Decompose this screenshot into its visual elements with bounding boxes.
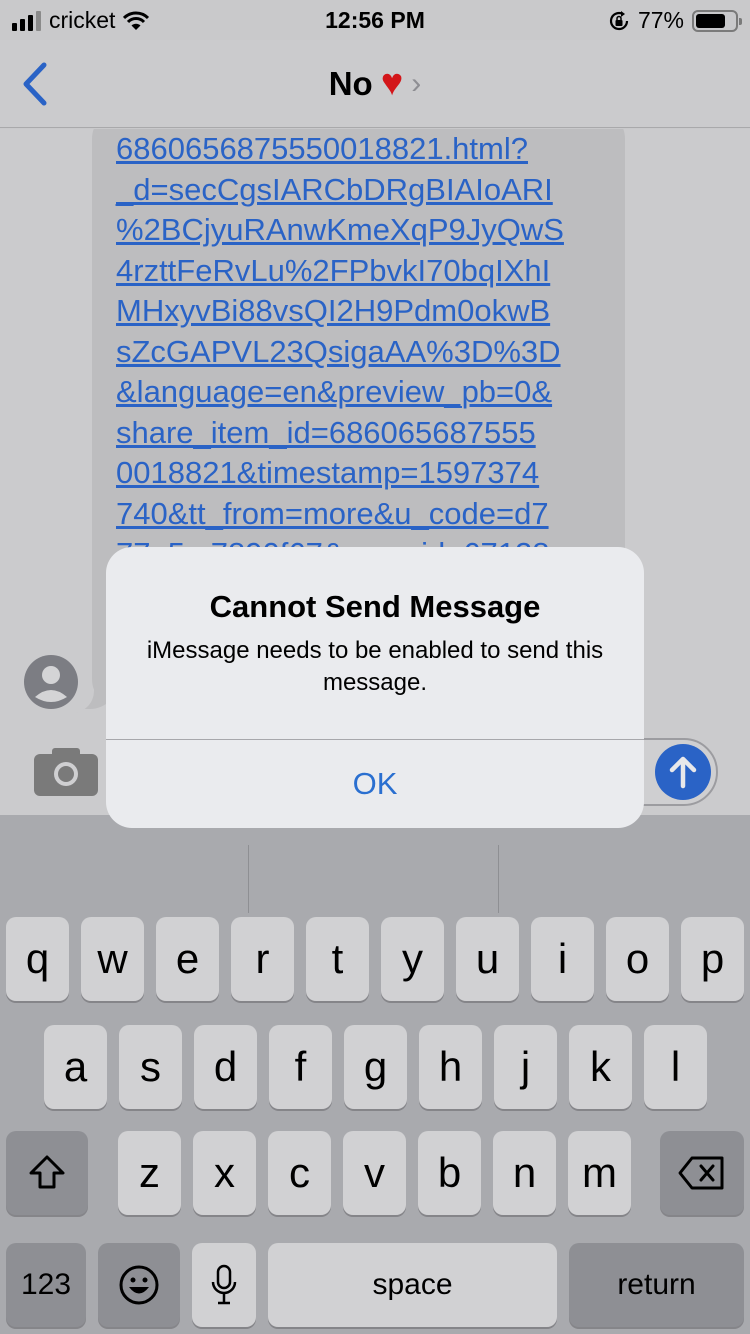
link-line: sZcGAPVL23QsigaAA%3D%3D <box>116 333 561 369</box>
link-line: 740&tt_from=more&u_code=d7 <box>116 495 549 531</box>
emoji-key[interactable] <box>98 1243 180 1327</box>
send-button[interactable] <box>655 744 711 800</box>
rotation-lock-icon <box>609 10 629 30</box>
contact-name: No <box>328 64 373 102</box>
link-line: MHxyvBi88vsQI2H9Pdm0okwB <box>116 293 551 328</box>
key-j[interactable]: j <box>494 1025 557 1109</box>
key-t[interactable]: t <box>306 917 369 1001</box>
key-x[interactable]: x <box>193 1131 256 1215</box>
key-g[interactable]: g <box>344 1025 407 1109</box>
numbers-key[interactable]: 123 <box>6 1243 86 1327</box>
link-line: %2BCjyuRAnwKmeXqP9JyQwS <box>116 212 564 247</box>
dictation-key[interactable] <box>192 1243 256 1327</box>
return-key[interactable]: return <box>569 1243 744 1327</box>
key-z[interactable]: z <box>118 1131 181 1215</box>
key-q[interactable]: q <box>6 917 69 1001</box>
key-y[interactable]: y <box>381 917 444 1001</box>
key-i[interactable]: i <box>531 917 594 1001</box>
key-f[interactable]: f <box>269 1025 332 1109</box>
camera-icon[interactable] <box>34 746 98 796</box>
key-m[interactable]: m <box>568 1131 631 1215</box>
link-line: &language=en&preview_pb=0& <box>116 374 553 409</box>
link-line: 686065687555001882​1.html? <box>116 131 528 166</box>
heart-emoji-icon: ♥ <box>380 62 404 104</box>
link-line: 0018821&timestamp=1597374 <box>116 455 540 490</box>
contact-title-button[interactable]: No ♥ › <box>0 62 750 105</box>
key-l[interactable]: l <box>644 1025 707 1109</box>
key-p[interactable]: p <box>681 917 744 1001</box>
emoji-icon <box>119 1265 159 1305</box>
link-line: 4rzttFeRvLu%2FPbvkI70bqIXhI <box>116 252 551 288</box>
key-r[interactable]: r <box>231 917 294 1001</box>
arrow-up-icon <box>669 756 697 789</box>
key-o[interactable]: o <box>606 917 669 1001</box>
suggestion-divider <box>248 845 249 913</box>
alert-title: Cannot Send Message <box>209 589 541 624</box>
key-u[interactable]: u <box>456 917 519 1001</box>
keyboard: qwertyuiop asdfghjkl zxcvbnm 123 space r… <box>0 815 750 1334</box>
key-n[interactable]: n <box>493 1131 556 1215</box>
avatar[interactable] <box>24 655 78 709</box>
alert-dialog: Cannot Send Message iMessage needs to be… <box>106 547 644 828</box>
ok-button[interactable]: OK <box>106 740 644 828</box>
alert-message: iMessage needs to be enabled to send thi… <box>146 637 604 696</box>
key-d[interactable]: d <box>194 1025 257 1109</box>
key-b[interactable]: b <box>418 1131 481 1215</box>
battery-percent: 77% <box>637 7 684 33</box>
key-e[interactable]: e <box>156 917 219 1001</box>
key-k[interactable]: k <box>569 1025 632 1109</box>
chevron-right-icon: › <box>411 66 422 100</box>
key-c[interactable]: c <box>268 1131 331 1215</box>
backspace-icon <box>678 1156 724 1190</box>
link-line: _d=secCgsIARCbDRgBIAIoARI <box>116 171 553 207</box>
microphone-icon <box>211 1264 237 1305</box>
key-s[interactable]: s <box>119 1025 182 1109</box>
shift-key[interactable] <box>6 1131 88 1215</box>
space-key[interactable]: space <box>268 1243 557 1327</box>
key-a[interactable]: a <box>44 1025 107 1109</box>
key-w[interactable]: w <box>81 917 144 1001</box>
suggestion-divider <box>498 845 499 913</box>
status-bar: cricket 12:56 PM 77% <box>0 0 750 40</box>
battery-icon <box>692 9 742 32</box>
key-v[interactable]: v <box>343 1131 406 1215</box>
delete-key[interactable] <box>660 1131 744 1215</box>
message-link[interactable]: 686065687555001882​1.html? _d=secCgsIARC… <box>116 129 564 575</box>
nav-bar: No ♥ › <box>0 40 750 128</box>
key-h[interactable]: h <box>419 1025 482 1109</box>
link-line: share_item_id=686065687555 <box>116 414 536 450</box>
shift-icon <box>29 1155 65 1189</box>
